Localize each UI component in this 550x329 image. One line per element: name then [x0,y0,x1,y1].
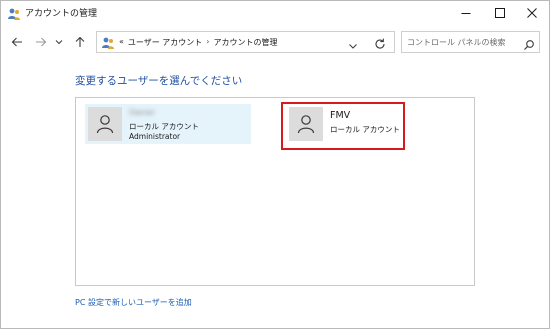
maximize-button[interactable] [485,1,515,25]
minimize-icon [461,13,471,14]
maximize-icon [495,8,505,18]
account-tile-fmv[interactable]: FMV ローカル アカウント [286,104,452,144]
account-type: ローカル アカウント [129,122,199,131]
account-tile-owner[interactable]: Owner ローカル アカウント Administrator [85,104,251,144]
address-bar[interactable]: « ユーザー アカウント › アカウントの管理 [96,31,395,53]
account-list: Owner ローカル アカウント Administrator FMV ローカル … [75,97,475,286]
page-heading: 変更するユーザーを選んでください [75,75,243,87]
back-arrow-icon [11,37,22,47]
forward-button[interactable] [32,33,50,51]
recent-locations-button[interactable] [54,33,64,51]
refresh-icon [375,38,385,49]
avatar [289,107,323,141]
breadcrumb-item-manage-accounts[interactable]: アカウントの管理 [214,37,278,48]
title-bar: アカウントの管理 [1,1,549,25]
users-icon [101,35,115,49]
add-user-link[interactable]: PC 設定で新しいユーザーを追加 [75,297,192,308]
user-icon [297,115,315,134]
minimize-button[interactable] [451,1,481,25]
up-button[interactable] [71,33,89,51]
breadcrumb: « ユーザー アカウント › アカウントの管理 [119,37,278,48]
breadcrumb-separator[interactable]: › [206,37,209,48]
forward-arrow-icon [36,37,47,47]
avatar [88,107,122,141]
chevron-down-icon [349,44,357,49]
account-type: ローカル アカウント [330,125,400,134]
close-icon [527,8,537,18]
refresh-button[interactable] [373,36,387,50]
breadcrumb-overflow[interactable]: « [119,37,124,48]
up-arrow-icon [75,36,85,47]
users-icon [7,6,21,20]
search-icon[interactable] [523,36,535,50]
account-name: FMV [330,110,351,121]
search-input[interactable] [402,32,520,52]
back-button[interactable] [8,33,26,51]
search-box[interactable] [401,31,540,53]
chevron-down-icon [55,40,63,45]
address-dropdown-button[interactable] [347,37,359,49]
account-name: Owner [129,108,156,117]
breadcrumb-item-user-accounts[interactable]: ユーザー アカウント [128,37,202,48]
window-title: アカウントの管理 [25,9,98,19]
navigation-bar: « ユーザー アカウント › アカウントの管理 [1,25,549,59]
close-button[interactable] [517,1,547,25]
account-role: Administrator [129,132,181,141]
account-management-window: アカウントの管理 « ユーザー アカウント › アカウントの管理 コントロール … [0,0,550,329]
user-icon [96,115,114,134]
